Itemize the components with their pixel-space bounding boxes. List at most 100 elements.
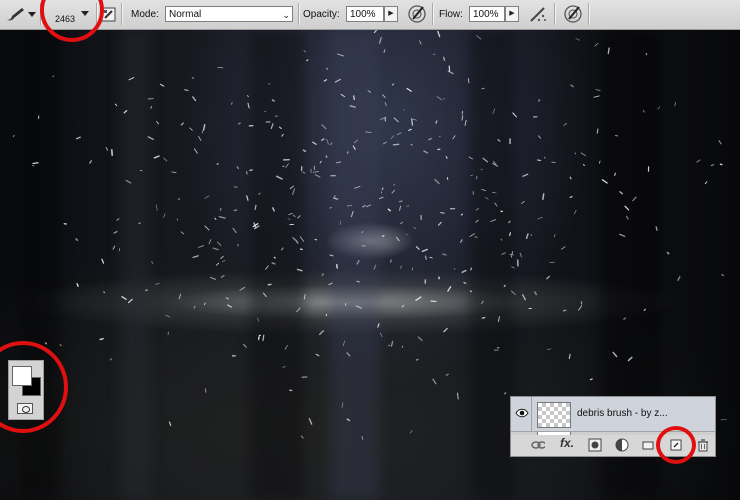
debris-particle [508, 220, 511, 224]
debris-particle [627, 356, 633, 362]
trash-icon[interactable] [696, 438, 710, 452]
debris-particle [150, 106, 152, 109]
debris-particle [329, 206, 332, 209]
debris-particle [75, 238, 79, 242]
debris-particle [400, 265, 402, 269]
pressure-size-icon[interactable] [563, 4, 583, 24]
debris-particle [411, 267, 414, 271]
debris-particle [165, 314, 170, 318]
debris-particle [335, 161, 342, 164]
mode-select[interactable]: Normal ⌄ [165, 6, 293, 22]
debris-particle [341, 402, 344, 408]
layer-row[interactable]: debris brush - by z... [511, 397, 715, 432]
debris-particle [410, 143, 413, 146]
debris-particle [461, 269, 467, 274]
debris-particle [289, 185, 294, 190]
pressure-opacity-icon[interactable] [407, 4, 427, 24]
debris-particle [299, 236, 305, 242]
flow-slider-button[interactable]: ▶ [505, 6, 519, 22]
opacity-input[interactable]: 100% [346, 6, 384, 22]
debris-particle [303, 49, 307, 53]
debris-particle [583, 163, 585, 167]
debris-particle [447, 70, 454, 75]
fx-icon[interactable]: fx. [560, 436, 578, 450]
debris-particle [475, 208, 479, 211]
debris-particle [429, 256, 433, 259]
debris-particle [696, 159, 701, 163]
brush-tool-icon[interactable] [4, 6, 28, 22]
debris-particle [302, 171, 306, 174]
debris-particle [193, 148, 198, 154]
debris-particle [522, 173, 529, 177]
debris-particle [366, 204, 371, 208]
debris-particle [312, 141, 317, 145]
debris-particle [319, 330, 325, 336]
debris-particle [445, 373, 449, 376]
debris-particle [281, 133, 284, 137]
new-group-icon[interactable] [641, 438, 655, 452]
debris-particle [534, 291, 538, 296]
debris-particle [580, 152, 586, 157]
debris-particle [314, 174, 321, 178]
debris-particle [337, 53, 344, 57]
debris-particle [285, 163, 289, 168]
debris-particle [537, 135, 542, 139]
debris-particle [302, 149, 307, 153]
debris-particle [116, 218, 120, 221]
debris-particle [265, 265, 269, 270]
debris-particle [396, 132, 402, 136]
debris-particle [362, 204, 366, 208]
debris-particle [589, 378, 593, 381]
debris-particle [138, 222, 141, 224]
debris-particle [300, 435, 304, 439]
debris-particle [512, 112, 517, 118]
debris-particle [254, 204, 257, 211]
mode-value: Normal [169, 9, 202, 20]
debris-particle [76, 283, 79, 287]
debris-particle [180, 122, 184, 126]
opacity-slider-button[interactable]: ▶ [384, 6, 398, 22]
debris-particle [292, 214, 296, 218]
debris-particle [399, 205, 402, 211]
debris-particle [32, 162, 39, 165]
debris-particle [510, 290, 516, 296]
debris-particle [258, 192, 261, 195]
tool-preset-dropdown-icon[interactable] [28, 12, 36, 18]
flow-input[interactable]: 100% [469, 6, 505, 22]
debris-particle [522, 294, 526, 301]
debris-particle [222, 260, 226, 263]
debris-particle [413, 227, 416, 230]
debris-particle [247, 102, 250, 109]
debris-particle [408, 128, 412, 131]
debris-particle [381, 187, 384, 191]
airbrush-icon[interactable] [528, 4, 548, 24]
debris-particle [314, 238, 318, 241]
link-layers-icon[interactable] [531, 438, 545, 452]
separator [432, 3, 434, 25]
debris-particle [632, 196, 637, 202]
debris-particle [180, 231, 184, 235]
debris-particle [443, 56, 446, 61]
debris-particle [373, 29, 378, 34]
adjustment-layer-icon[interactable] [615, 438, 629, 452]
debris-particle [32, 165, 35, 167]
debris-particle [568, 353, 571, 360]
debris-particle [233, 209, 238, 212]
add-mask-icon[interactable] [588, 438, 602, 452]
debris-particle [536, 159, 542, 162]
debris-particle [214, 217, 217, 221]
debris-particle [437, 221, 442, 226]
debris-particle [361, 435, 364, 440]
debris-particle [236, 166, 239, 170]
debris-particle [109, 358, 112, 361]
debris-particle [503, 284, 506, 288]
debris-particle [378, 196, 384, 200]
debris-particle [645, 53, 648, 56]
debris-particle [500, 238, 503, 241]
eye-icon[interactable] [515, 407, 529, 419]
debris-particle [508, 232, 512, 237]
divider [531, 397, 532, 431]
debris-particle [246, 195, 249, 201]
debris-particle [469, 290, 472, 293]
debris-particle [288, 212, 293, 216]
